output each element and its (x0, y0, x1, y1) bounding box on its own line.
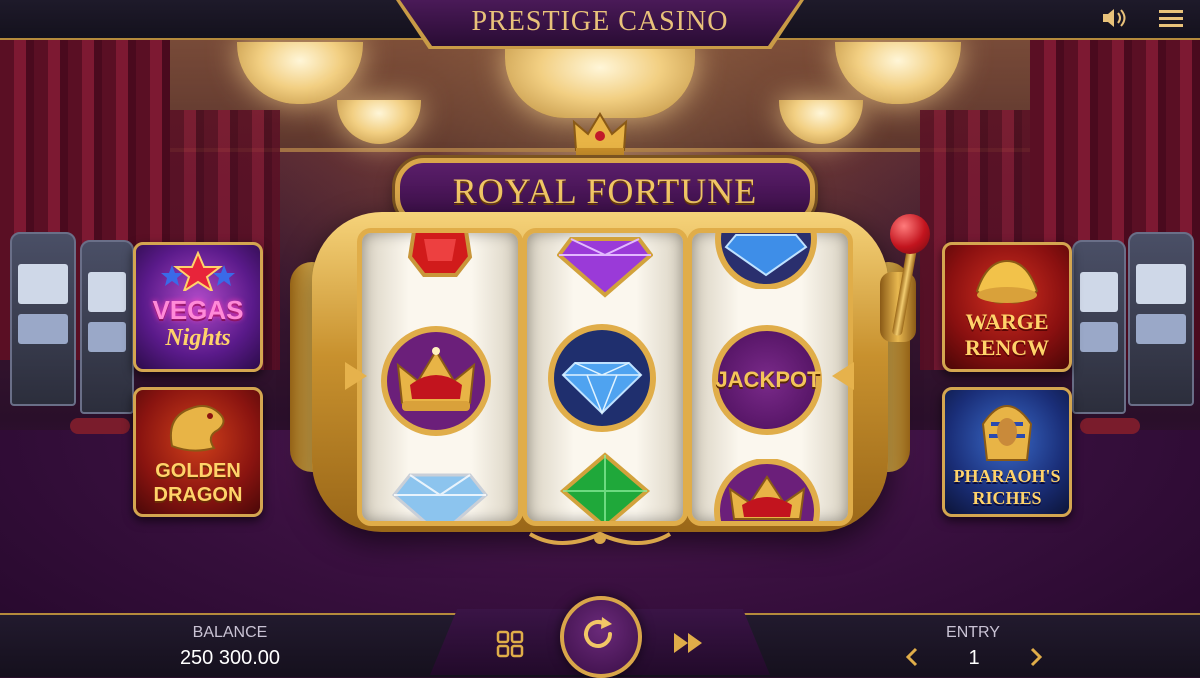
background-slot-machine (1128, 232, 1194, 406)
reel-2 (522, 228, 688, 526)
game-title-line1: PHARAOH'S (953, 466, 1061, 486)
stars-icon (161, 251, 235, 291)
crown-ornament-icon (572, 112, 628, 156)
payline-arrow-right (832, 362, 854, 390)
background-slot-machine (10, 232, 76, 406)
game-title-line2: RICHES (972, 488, 1042, 508)
game-title-line2: DRAGON (153, 484, 243, 506)
crown-icon (714, 459, 820, 521)
chevron-right-icon[interactable] (1026, 646, 1046, 668)
payline-arrow-left (345, 362, 367, 390)
entry-value: 1 (968, 647, 980, 669)
game-tile-golden-dragon[interactable]: GOLDEN DRAGON (133, 387, 263, 517)
blue-diamond-icon (391, 473, 489, 521)
entry-label: ENTRY (946, 624, 1000, 641)
lever-knob[interactable] (890, 214, 930, 254)
emerald-icon (559, 452, 651, 521)
background-slot-machine (80, 240, 134, 414)
jackpot-medallion: JACKPOT (712, 325, 822, 435)
background-slot-machine (1072, 240, 1126, 414)
casino-title: PRESTIGE CASINO (471, 6, 729, 37)
game-title-line2: RENCW (964, 335, 1050, 360)
game-title-line2: Nights (165, 325, 231, 351)
reel-3: JACKPOT (687, 228, 853, 526)
game-title-line1: WARGE (965, 309, 1049, 334)
reel-1 (357, 228, 523, 526)
fast-forward-icon[interactable] (672, 630, 704, 656)
balance-value: 250 300.00 (179, 647, 281, 669)
pharaoh-icon (981, 405, 1033, 461)
speaker-icon[interactable] (1100, 6, 1128, 30)
blue-diamond-icon (548, 324, 656, 432)
spin-button[interactable] (560, 596, 642, 678)
scroll-ornament (528, 531, 672, 545)
game-title-line1: GOLDEN (155, 460, 241, 482)
dragon-icon (170, 405, 225, 452)
treasure-icon (975, 259, 1039, 304)
crown-icon (381, 326, 491, 436)
spin-refresh-icon (584, 617, 612, 648)
game-tile-pharaohs-riches[interactable]: PHARAOH'S RICHES (942, 387, 1072, 517)
jackpot-label: JACKPOT (715, 367, 821, 392)
chevron-left-icon[interactable] (902, 646, 922, 668)
game-title-line1: VEGAS (152, 295, 244, 325)
game-tile-vegas-nights[interactable]: VEGAS Nights (133, 242, 263, 372)
hamburger-menu-icon[interactable] (1157, 6, 1185, 30)
ruby-icon (407, 233, 473, 277)
game-tile-warge-rencw[interactable]: WARGE RENCW (942, 242, 1072, 372)
balance-label: BALANCE (192, 624, 268, 641)
blue-diamond-icon (715, 233, 817, 289)
grid-icon[interactable] (496, 630, 524, 658)
bar-stool (70, 418, 130, 434)
amethyst-icon (557, 237, 653, 298)
bar-stool (1080, 418, 1140, 434)
